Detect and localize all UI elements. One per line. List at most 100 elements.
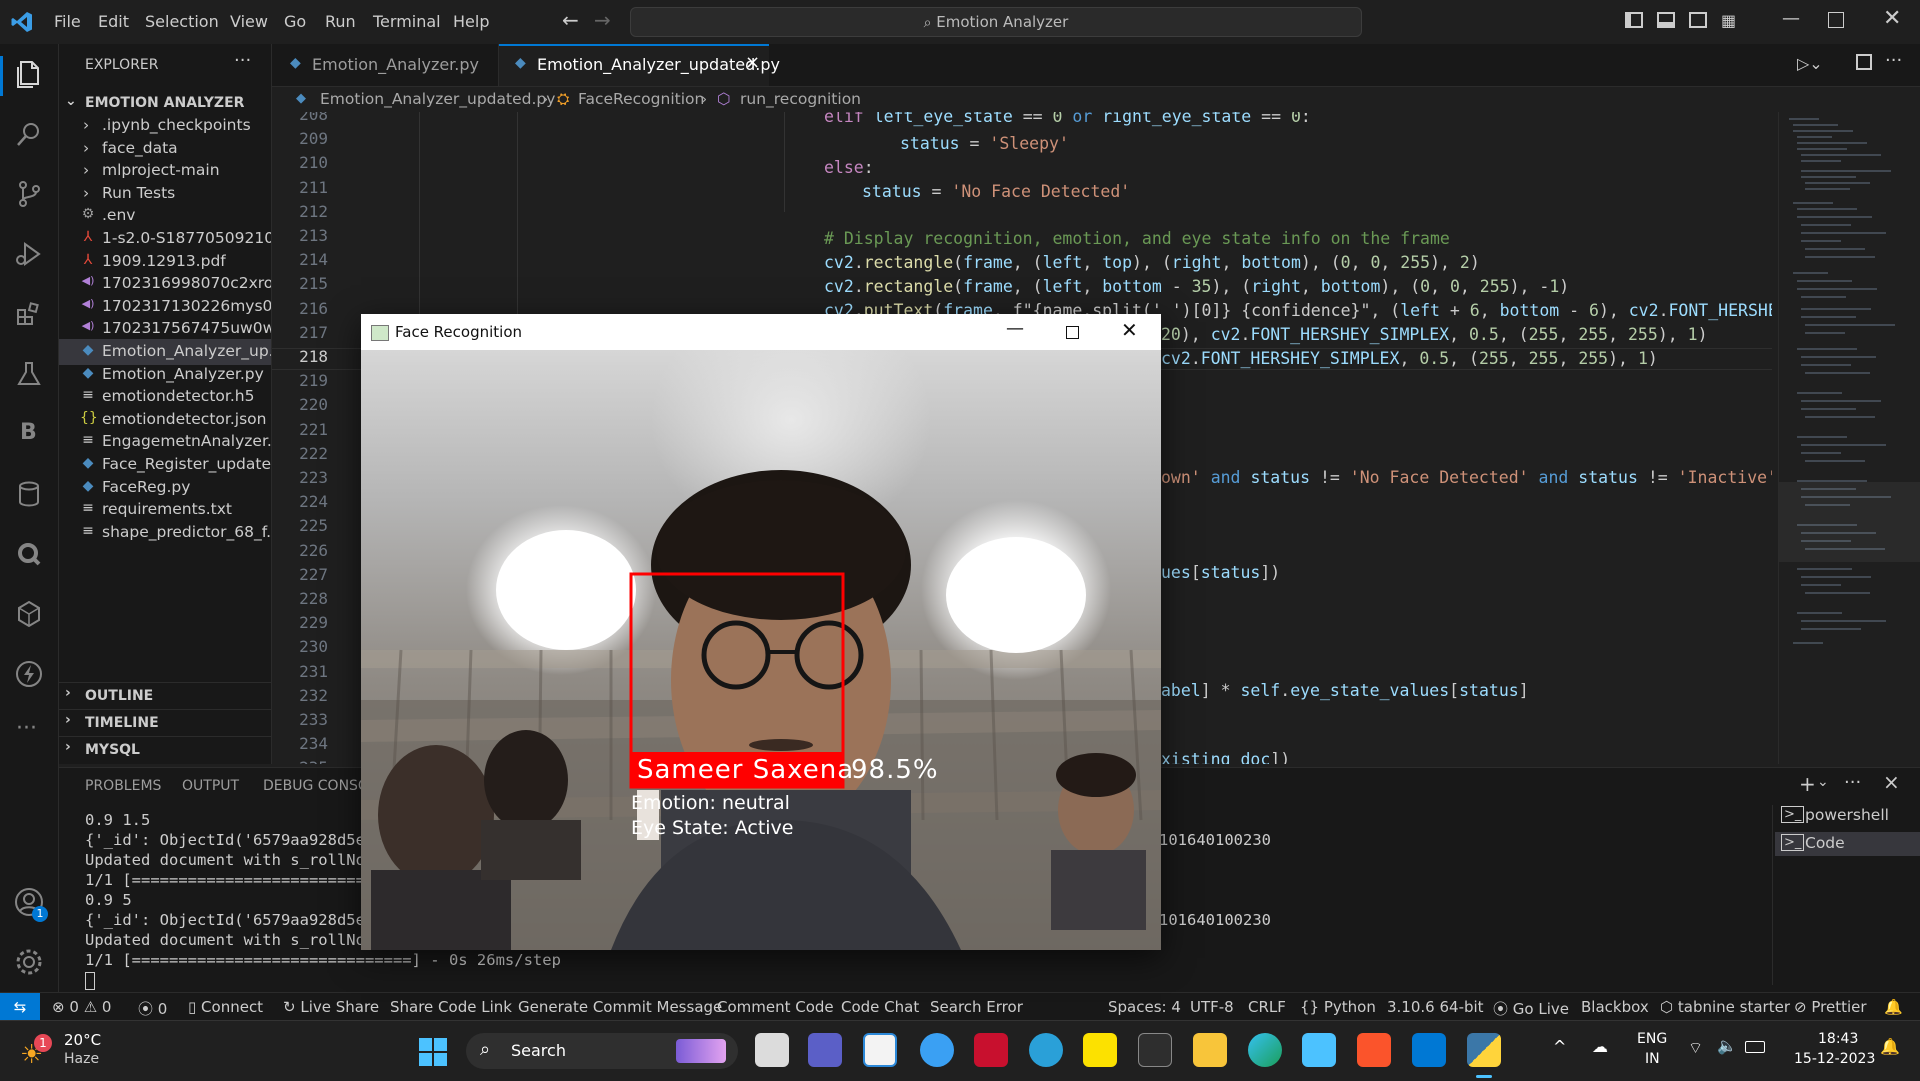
mcafee-icon[interactable] xyxy=(974,1033,1008,1067)
database-icon[interactable] xyxy=(13,478,45,510)
prettier-button[interactable]: ⊘ Prettier xyxy=(1794,998,1867,1016)
testing-flask-icon[interactable] xyxy=(13,358,45,390)
breadcrumb-file[interactable]: Emotion_Analyzer_updated.py xyxy=(320,90,555,108)
timeline-section[interactable]: › TIMELINE xyxy=(59,709,271,736)
python-interpreter[interactable]: 3.10.6 64-bit xyxy=(1387,998,1484,1016)
source-control-icon[interactable] xyxy=(13,178,45,210)
minimize-window-icon[interactable]: — xyxy=(1782,8,1800,29)
minimize-icon[interactable]: — xyxy=(1006,318,1024,339)
run-file-icon[interactable]: ▷⌄ xyxy=(1797,54,1823,73)
ports-status[interactable]: ⦿ 0 xyxy=(138,998,167,1019)
search-sidebar-icon[interactable] xyxy=(13,118,45,150)
encoding-status[interactable]: UTF-8 xyxy=(1190,998,1234,1016)
codeium-icon[interactable] xyxy=(13,538,45,570)
menu-terminal[interactable]: Terminal xyxy=(373,12,441,31)
tree-item[interactable]: ≡ shape_predictor_68_f... xyxy=(59,520,271,546)
command-center-search[interactable]: ⌕ Emotion Analyzer xyxy=(630,7,1362,37)
indentation-status[interactable]: Spaces: 4 xyxy=(1108,998,1181,1016)
taskbar-search-box[interactable]: ⌕ Search xyxy=(466,1033,738,1069)
settings-gear-icon[interactable] xyxy=(13,946,45,978)
tab-problems[interactable]: PROBLEMS xyxy=(85,778,161,794)
mysql-section[interactable]: › MYSQL xyxy=(59,736,271,763)
menu-go[interactable]: Go xyxy=(284,12,306,31)
toggle-panel-icon[interactable] xyxy=(1657,12,1675,28)
blackbox-button[interactable]: Blackbox xyxy=(1581,998,1649,1016)
menu-view[interactable]: View xyxy=(230,12,268,31)
notepad-icon[interactable] xyxy=(1302,1033,1336,1067)
customize-layout-icon[interactable]: ▦ xyxy=(1721,11,1736,30)
extensions-icon[interactable] xyxy=(13,298,45,330)
clock-time[interactable]: 18:43 xyxy=(1818,1031,1858,1047)
lightning-icon[interactable] xyxy=(13,658,45,690)
tabnine-button[interactable]: ⬡ tabnine starter xyxy=(1660,998,1790,1016)
maximize-window-icon[interactable] xyxy=(1828,12,1844,28)
chevron-down-icon[interactable]: ⌄ xyxy=(1817,774,1829,790)
face-window-titlebar[interactable]: Face Recognition — ✕ xyxy=(361,314,1161,350)
new-terminal-icon[interactable]: + xyxy=(1799,772,1816,796)
explorer-icon[interactable] xyxy=(13,58,45,90)
menu-selection[interactable]: Selection xyxy=(145,12,219,31)
wifi-icon[interactable]: ⌔ xyxy=(1688,1038,1703,1058)
panel-more-icon[interactable]: ··· xyxy=(1844,772,1861,793)
menu-file[interactable]: File xyxy=(54,12,81,31)
remote-icon[interactable]: ⇆ xyxy=(0,993,40,1021)
vscode-logo-icon[interactable] xyxy=(10,10,34,34)
comment-code-button[interactable]: Comment Code xyxy=(717,998,834,1016)
editor-more-icon[interactable]: ··· xyxy=(1885,50,1902,71)
toggle-sidebar-icon[interactable] xyxy=(1625,12,1643,28)
connect-button[interactable]: ▯ Connect xyxy=(188,998,263,1016)
minimap[interactable] xyxy=(1778,112,1920,764)
share-code-link-button[interactable]: Share Code Link xyxy=(390,998,512,1016)
terminal-item-code[interactable]: >_ Code xyxy=(1775,832,1920,856)
hexagon-extension-icon[interactable] xyxy=(13,598,45,630)
store-icon[interactable] xyxy=(863,1033,897,1067)
teams-icon[interactable] xyxy=(808,1033,842,1067)
run-debug-icon[interactable] xyxy=(13,238,45,270)
close-icon[interactable]: ✕ xyxy=(1121,318,1138,342)
generate-commit-button[interactable]: Generate Commit Message xyxy=(518,998,722,1016)
notification-center-icon[interactable]: 🔔 xyxy=(1880,1037,1900,1056)
notifications-bell-icon[interactable]: 🔔 xyxy=(1884,998,1903,1016)
toggle-secondary-sidebar-icon[interactable] xyxy=(1689,12,1707,28)
task-view-icon[interactable] xyxy=(755,1033,789,1067)
close-window-icon[interactable]: ✕ xyxy=(1883,6,1901,31)
explorer-more-icon[interactable]: ··· xyxy=(234,50,251,71)
menu-edit[interactable]: Edit xyxy=(98,12,129,31)
battery-icon[interactable] xyxy=(1745,1041,1765,1053)
search-error-button[interactable]: Search Error xyxy=(930,998,1023,1016)
live-share-button[interactable]: ↻ Live Share xyxy=(283,998,379,1016)
nav-forward-icon[interactable]: → xyxy=(594,8,611,32)
problems-status[interactable]: ⊗ 0 ⚠ 0 xyxy=(52,998,111,1016)
more-views-icon[interactable]: ··· xyxy=(16,716,37,741)
brave-icon[interactable] xyxy=(1357,1033,1391,1067)
volume-icon[interactable]: 🔈 xyxy=(1717,1036,1737,1055)
language-top[interactable]: ENG xyxy=(1637,1031,1667,1047)
sticky-notes-icon[interactable] xyxy=(1083,1033,1117,1067)
code-chat-button[interactable]: Code Chat xyxy=(841,998,919,1016)
split-editor-icon[interactable] xyxy=(1856,54,1872,70)
show-hidden-icons[interactable]: ^ xyxy=(1553,1037,1566,1056)
close-panel-icon[interactable]: × xyxy=(1883,770,1900,794)
tab-emotion-analyzer[interactable]: ◆ Emotion_Analyzer.py xyxy=(272,44,499,86)
nav-back-icon[interactable]: ← xyxy=(562,8,579,32)
python-taskbar-icon[interactable] xyxy=(1467,1033,1501,1067)
weather-widget[interactable]: ☀ 1 xyxy=(20,1034,54,1070)
close-tab-icon[interactable]: × xyxy=(745,52,760,73)
terminal-app-icon[interactable] xyxy=(1138,1033,1172,1067)
breadcrumb-class[interactable]: FaceRecognition xyxy=(578,90,704,108)
outline-section[interactable]: › OUTLINE xyxy=(59,682,271,709)
language-mode[interactable]: {} Python xyxy=(1300,998,1376,1016)
terminal-item-powershell[interactable]: >_ powershell xyxy=(1775,804,1920,828)
telegram-icon[interactable] xyxy=(1029,1033,1063,1067)
edge-icon[interactable] xyxy=(1248,1033,1282,1067)
menu-help[interactable]: Help xyxy=(453,12,489,31)
eol-status[interactable]: CRLF xyxy=(1248,998,1286,1016)
vscode-taskbar-icon[interactable] xyxy=(1412,1033,1446,1067)
onedrive-icon[interactable]: ☁ xyxy=(1592,1037,1608,1056)
file-explorer-icon[interactable] xyxy=(1193,1033,1227,1067)
go-live-button[interactable]: ⦿ Go Live xyxy=(1493,998,1569,1019)
blackbox-icon[interactable]: B xyxy=(20,420,37,445)
menu-run[interactable]: Run xyxy=(325,12,356,31)
maximize-icon[interactable] xyxy=(1066,326,1079,339)
help-icon[interactable] xyxy=(920,1033,954,1067)
